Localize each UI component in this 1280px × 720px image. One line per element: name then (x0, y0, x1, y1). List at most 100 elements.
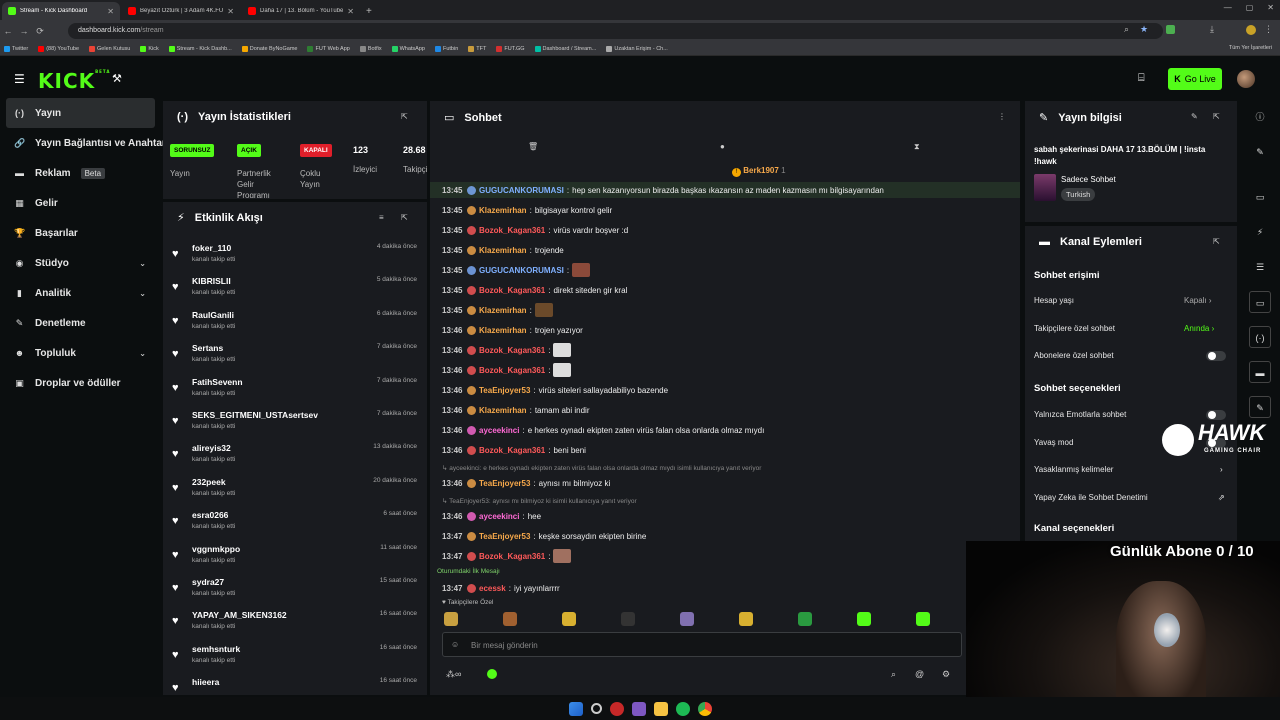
activity-item[interactable]: ♥ vggnmkppo kanalı takip etti 11 saat önce (172, 541, 422, 574)
message-username[interactable]: Bozok_Kagan361 (479, 366, 545, 375)
edit-icon[interactable]: ✎ (1191, 112, 1198, 121)
chat-message[interactable]: 13:45 Klazemirhan: trojende (442, 243, 564, 257)
forward-icon[interactable]: → (16, 26, 32, 36)
menu-dots-icon[interactable]: ⋮ (1264, 24, 1273, 35)
chat-message[interactable]: 13:45 GUGUCANKORUMASI: hep sen kazanıyorsu… (442, 183, 884, 197)
tab-close-icon[interactable]: ✕ (347, 7, 354, 16)
media-icon[interactable]: ▭ (1249, 186, 1271, 208)
back-icon[interactable]: ← (0, 26, 16, 36)
tab-close-icon[interactable]: ✕ (227, 7, 234, 16)
broadcast-tools-icon[interactable]: ⌸ (1138, 72, 1145, 85)
chevron-down-icon[interactable]: ⌄ (139, 349, 146, 358)
discord-icon[interactable] (631, 701, 646, 716)
toggle-switch[interactable] (1206, 351, 1226, 361)
emote-icon[interactable] (621, 612, 635, 626)
emote-icon[interactable] (739, 612, 753, 626)
bookmark-item[interactable]: TFT (468, 45, 486, 52)
users-icon[interactable]: ⁂∞ (446, 669, 461, 680)
folder-icon[interactable] (653, 701, 668, 716)
broadcast-rail-icon[interactable]: (·) (1249, 326, 1271, 348)
sidebar-item-community[interactable]: ☻ Topluluk ⌄ (0, 338, 160, 368)
kick-status-icon[interactable] (487, 669, 497, 679)
wrench-rail-icon[interactable]: ✎ (1249, 396, 1271, 418)
chat-message[interactable]: 13:45 Klazemirhan: bilgisayar kontrol geli… (442, 203, 612, 217)
sidebar-item-link[interactable]: 🔗 Yayın Bağlantısı ve Anahtarı (0, 128, 169, 158)
popout-icon[interactable]: ⇱ (401, 213, 408, 222)
message-username[interactable]: Klazemirhan (479, 206, 527, 215)
filter-icon[interactable]: ≡ (379, 213, 384, 222)
activity-item[interactable]: ♥ 232peek kanalı takip etti 20 dakika önce (172, 474, 422, 507)
chat-message[interactable]: 13:46 Bozok_Kagan361: (442, 363, 572, 377)
message-username[interactable]: Klazemirhan (479, 306, 527, 315)
message-username[interactable]: GUGUCANKORUMASI (479, 186, 564, 195)
activity-item[interactable]: ♥ sydra27 kanalı takip etti 15 saat önce (172, 574, 422, 607)
message-username[interactable]: TeaEnjoyer53 (479, 386, 530, 395)
sidebar-item-hammer[interactable]: ✎ Denetleme (0, 308, 160, 338)
chevron-down-icon[interactable]: ⌄ (139, 259, 146, 268)
external-link-icon[interactable]: ⇗ (1218, 493, 1225, 502)
bookmark-item[interactable]: Stream - Kick Dashb... (168, 45, 232, 52)
search-icon[interactable]: ⌕ (891, 669, 896, 680)
bookmark-item[interactable]: (88) YouTube (38, 45, 79, 52)
kick-logo[interactable]: KICKBETA (38, 69, 110, 93)
new-tab-icon[interactable]: + (366, 6, 372, 17)
activity-item[interactable]: ♥ alireyis32 kanalı takip etti 13 dakika ön… (172, 440, 422, 473)
emote-icon[interactable] (503, 612, 517, 626)
channel-rail-icon[interactable]: ▬ (1249, 361, 1271, 383)
language-tag[interactable]: Turkish (1061, 188, 1096, 201)
chat-rail-icon[interactable]: ▭ (1249, 291, 1271, 313)
browser-tab[interactable]: Beyazıt Öztürk | 3 Adam 4K.FUL ✕ (122, 2, 240, 20)
trash-icon[interactable]: 🗑 (528, 142, 538, 151)
chevron-down-icon[interactable]: ⌄ (139, 289, 146, 298)
sidebar-item-broadcast[interactable]: (·) Yayın (6, 98, 155, 128)
bookmark-item[interactable]: WhatsApp (391, 45, 425, 52)
chat-message[interactable]: 13:45 Bozok_Kagan361: virüs vardır boşver … (442, 223, 628, 237)
maximize-icon[interactable]: ▢ (1246, 3, 1254, 12)
chat-message[interactable]: 13:45 Klazemirhan: (442, 303, 553, 317)
emote-icon[interactable] (680, 612, 694, 626)
chat-message[interactable]: 13:46 TeaEnjoyer53: aynısı mı bilmiyoz ki (442, 476, 610, 490)
info-icon[interactable]: ⓘ (1249, 106, 1271, 128)
message-username[interactable]: ayceekinci (479, 426, 519, 435)
bookmark-item[interactable]: Futbin (434, 45, 458, 52)
popout-icon[interactable]: ⇱ (1213, 237, 1220, 246)
chat-menu-icon[interactable]: ⋮ (998, 112, 1006, 121)
emoji-icon[interactable]: ☺ (451, 640, 459, 649)
zoom-icon[interactable]: ⌕ (1124, 24, 1129, 35)
chat-message[interactable]: 13:46 Klazemirhan: tamam abi indir (442, 403, 590, 417)
activity-item[interactable]: ♥ esra0266 kanalı takip etti 6 saat önce (172, 507, 422, 540)
chat-message[interactable]: 13:46 Bozok_Kagan361: (442, 343, 572, 357)
list-icon[interactable]: ☰ (1249, 256, 1271, 278)
emote-icon[interactable] (444, 612, 458, 626)
browser-tab[interactable]: Stream - Kick Dashboard ✕ (2, 2, 120, 20)
message-username[interactable]: TeaEnjoyer53 (479, 479, 530, 488)
chat-tab-icon[interactable]: ● (720, 142, 725, 151)
download-icon[interactable]: ⤓ (1210, 24, 1214, 35)
message-username[interactable]: ecessk (479, 584, 506, 593)
chrome-icon[interactable] (697, 701, 712, 716)
message-username[interactable]: Bozok_Kagan361 (479, 286, 545, 295)
sidebar-item-tv[interactable]: ▬ Reklam Beta (0, 158, 160, 188)
avatar[interactable] (1237, 70, 1255, 88)
bookmark-item[interactable]: Twitter (4, 45, 28, 52)
message-username[interactable]: GUGUCANKORUMASI (479, 266, 564, 275)
message-username[interactable]: Klazemirhan (479, 406, 527, 415)
chat-input[interactable]: ☺ Bir mesaj gönderin (442, 632, 962, 657)
spotify-icon[interactable] (675, 701, 690, 716)
chat-message[interactable]: 13:45 Bozok_Kagan361: direkt siteden gir k… (442, 283, 627, 297)
bookmark-item[interactable]: Gelen Kutusu (89, 45, 130, 52)
bookmark-item[interactable]: Donate ByNoGame (241, 45, 297, 52)
chat-message[interactable]: 13:47 TeaEnjoyer53: keşke sorsaydın ekipte… (442, 529, 646, 543)
url-input[interactable]: dashboard.kick.com/stream (68, 23, 1163, 39)
channel-action-value[interactable]: Anında › (1184, 324, 1214, 333)
activity-item[interactable]: ♥ Sertans kanalı takip etti 7 dakika önce (172, 340, 422, 373)
popout-icon[interactable]: ⇱ (1213, 112, 1220, 121)
tools-icon[interactable]: ⚒ (112, 72, 122, 85)
message-username[interactable]: Bozok_Kagan361 (479, 446, 545, 455)
message-username[interactable]: TeaEnjoyer53 (479, 532, 530, 541)
sidebar-item-chart[interactable]: ▮ Analitik ⌄ (0, 278, 160, 308)
chevron-right-icon[interactable]: › (1220, 465, 1223, 474)
lightning-rail-icon[interactable]: ⚡ (1249, 221, 1271, 243)
extension-icon[interactable] (1166, 25, 1175, 34)
taskbar-search-icon[interactable] (590, 703, 602, 714)
